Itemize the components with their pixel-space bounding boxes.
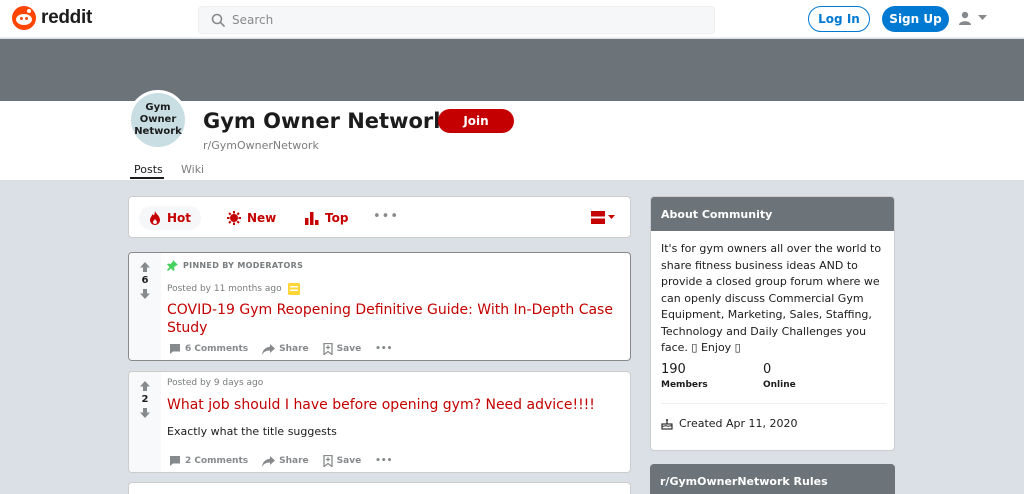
- post-card-pinned[interactable]: 6 PINNED BY MODERATORS Posted by 11 mont…: [128, 252, 631, 361]
- post-meta-text: Posted by 11 months ago: [167, 284, 282, 294]
- comments-label: 6 Comments: [185, 344, 249, 354]
- post-body-text: Exactly what the title suggests: [167, 425, 337, 438]
- comments-button[interactable]: 6 Comments: [169, 343, 248, 355]
- join-button[interactable]: Join: [438, 109, 514, 133]
- search-icon: [211, 13, 225, 27]
- sort-hot-label: Hot: [167, 211, 192, 225]
- sort-top-label: Top: [325, 211, 349, 225]
- about-community-card: About Community It's for gym owners all …: [650, 196, 895, 451]
- comment-icon: [170, 344, 180, 354]
- chevron-down-icon: [608, 215, 615, 219]
- sort-bar: Hot New Top •••: [128, 196, 631, 238]
- sort-new-label: New: [247, 211, 277, 225]
- comments-button[interactable]: 2 Comments: [169, 455, 248, 467]
- downvote-icon[interactable]: [139, 288, 151, 300]
- post-title[interactable]: COVID-19 Gym Reopening Definitive Guide:…: [167, 301, 617, 337]
- community-name: r/GymOwnerNetwork: [203, 139, 319, 152]
- vote-count: 2: [141, 394, 149, 405]
- post-actions: 6 Comments Share Save •••: [169, 343, 392, 355]
- save-label: Save: [336, 456, 362, 466]
- members-label: Members: [661, 380, 708, 390]
- sort-new[interactable]: New: [217, 206, 286, 230]
- created-date: Created Apr 11, 2020: [661, 417, 798, 430]
- logo-wordmark: reddit: [41, 7, 92, 28]
- login-button[interactable]: Log In: [808, 6, 870, 32]
- vote-column: 6: [129, 253, 161, 360]
- active-tab-indicator: [130, 177, 164, 179]
- created-text: Created Apr 11, 2020: [679, 417, 798, 430]
- post-actions: 2 Comments Share Save •••: [169, 455, 392, 467]
- cake-icon: [661, 418, 673, 430]
- downvote-icon[interactable]: [139, 407, 151, 419]
- save-label: Save: [336, 344, 362, 354]
- top-header: reddit Log In Sign Up: [0, 0, 1024, 38]
- comment-icon: [170, 456, 180, 466]
- community-title: Gym Owner Network: [203, 109, 448, 133]
- bookmark-icon: [322, 343, 333, 355]
- post-title[interactable]: What job should I have before opening gy…: [167, 396, 617, 414]
- card-layout-icon: [591, 211, 605, 224]
- sort-top[interactable]: Top: [295, 206, 358, 230]
- about-community-title: About Community: [651, 197, 894, 231]
- share-icon: [262, 343, 276, 355]
- save-button[interactable]: Save: [322, 343, 362, 355]
- post-meta: Posted by 9 days ago: [167, 378, 263, 388]
- share-button[interactable]: Share: [262, 343, 309, 355]
- reddit-alien-icon: [12, 6, 36, 30]
- pinned-text: PINNED BY MODERATORS: [183, 261, 304, 270]
- user-icon: [959, 11, 971, 25]
- share-icon: [262, 455, 276, 467]
- reddit-logo[interactable]: reddit: [12, 6, 92, 30]
- pin-icon: [167, 260, 178, 271]
- flame-icon: [150, 211, 160, 225]
- post-more-button[interactable]: •••: [375, 456, 392, 466]
- search-input[interactable]: [232, 13, 672, 27]
- signup-button[interactable]: Sign Up: [882, 6, 949, 32]
- community-rules-header: r/GymOwnerNetwork Rules: [650, 464, 895, 494]
- tab-posts[interactable]: Posts: [134, 163, 163, 176]
- share-label: Share: [279, 456, 309, 466]
- online-count: 0: [763, 362, 772, 377]
- sun-icon: [227, 211, 241, 225]
- community-avatar: Gym Owner Network: [128, 90, 188, 150]
- vote-count: 6: [141, 275, 149, 286]
- tab-wiki[interactable]: Wiki: [181, 163, 204, 176]
- save-button[interactable]: Save: [322, 455, 362, 467]
- layout-toggle[interactable]: [591, 211, 615, 224]
- upvote-icon[interactable]: [139, 261, 151, 273]
- comments-label: 2 Comments: [185, 456, 249, 466]
- post-more-button[interactable]: •••: [375, 344, 392, 354]
- user-dropdown[interactable]: [957, 10, 987, 26]
- share-label: Share: [279, 344, 309, 354]
- bar-chart-icon: [305, 212, 319, 225]
- upvote-icon[interactable]: [139, 380, 151, 392]
- members-count: 190: [661, 362, 686, 377]
- share-button[interactable]: Share: [262, 455, 309, 467]
- vote-column: 2: [129, 372, 161, 472]
- online-label: Online: [763, 380, 796, 390]
- post-meta-text: Posted by 9 days ago: [167, 378, 264, 388]
- sort-more-button[interactable]: •••: [373, 209, 399, 224]
- post-card-partial[interactable]: [128, 482, 631, 494]
- sort-hot[interactable]: Hot: [139, 206, 202, 230]
- bookmark-icon: [322, 455, 333, 467]
- search-bar[interactable]: [198, 6, 715, 34]
- community-description: It's for gym owners all over the world t…: [661, 242, 882, 354]
- pinned-label: PINNED BY MODERATORS: [167, 260, 303, 271]
- post-meta: Posted by 11 months ago: [167, 282, 301, 296]
- chevron-down-icon: [978, 15, 987, 20]
- divider: [661, 403, 886, 404]
- moderator-badge-icon: [287, 283, 300, 295]
- post-card[interactable]: 2 Posted by 9 days ago What job should I…: [128, 371, 631, 473]
